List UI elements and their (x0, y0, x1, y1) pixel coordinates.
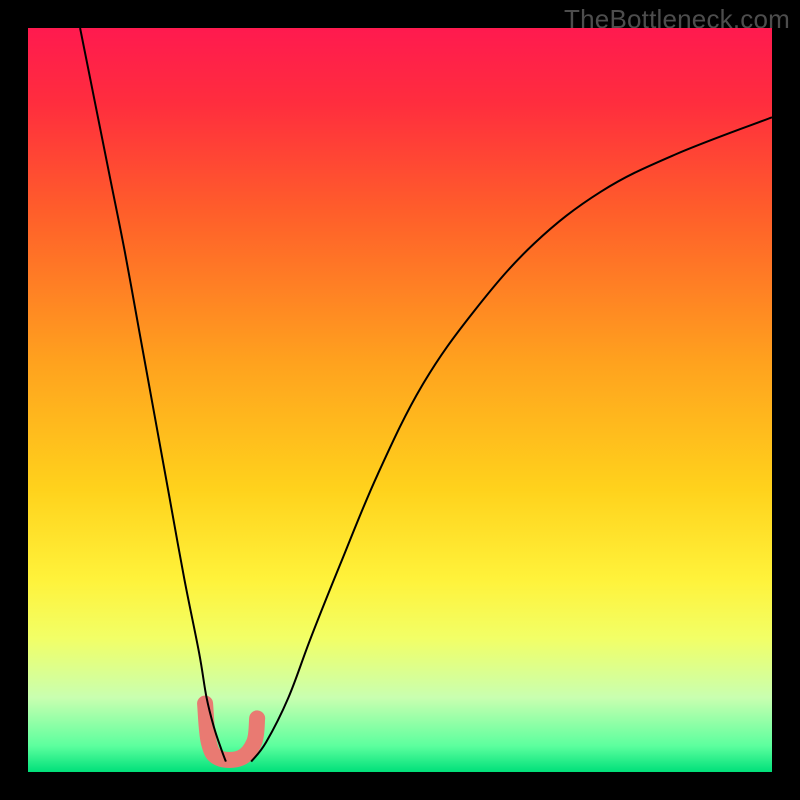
gradient-background (28, 28, 772, 772)
outer-frame: TheBottleneck.com (0, 0, 800, 800)
chart-svg (28, 28, 772, 772)
plot-area (28, 28, 772, 772)
